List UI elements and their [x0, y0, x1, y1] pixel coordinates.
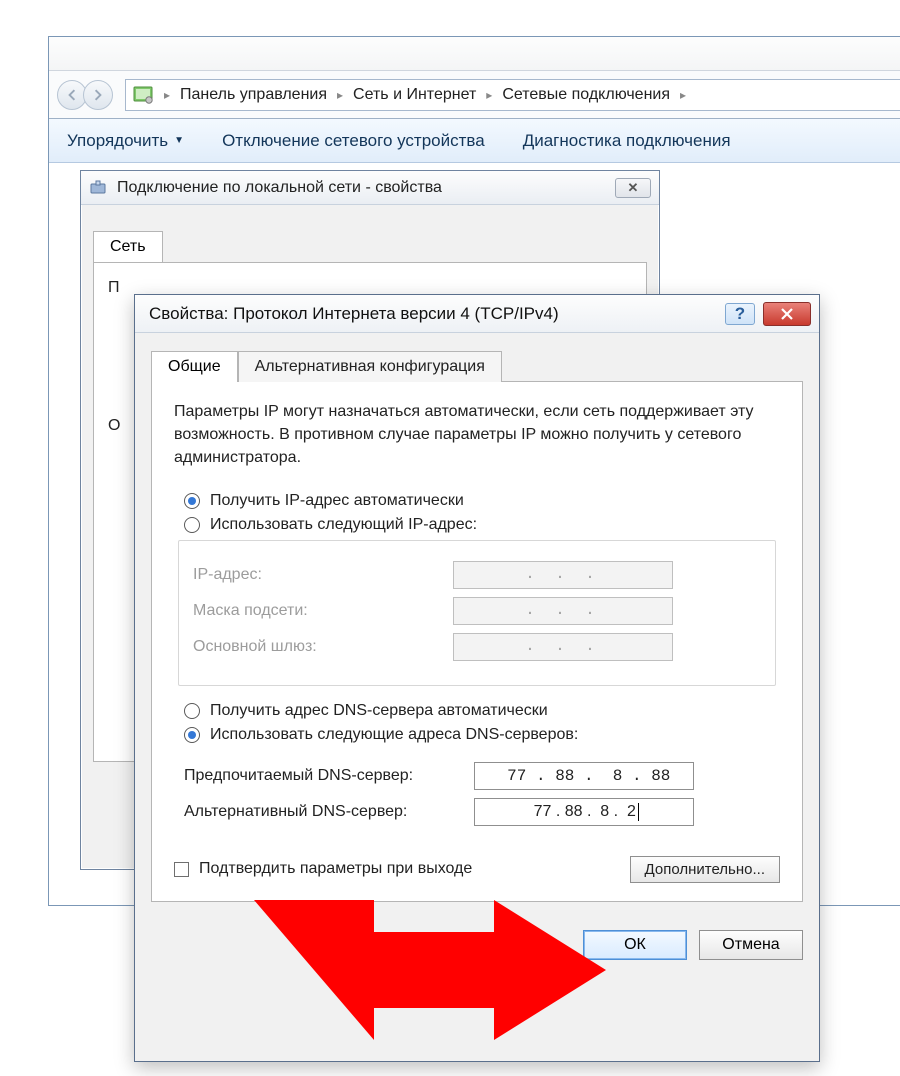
toolbar-organize[interactable]: Упорядочить ▼ — [67, 131, 184, 151]
alternate-dns-label: Альтернативный DNS-сервер: — [184, 803, 474, 821]
ipv4-description: Параметры IP могут назначаться автоматич… — [174, 400, 780, 470]
ip-fields-group: IP-адрес: . . . Маска подсети: . . . Осн… — [178, 540, 776, 686]
advanced-button[interactable]: Дополнительно... — [630, 856, 780, 883]
tab-general[interactable]: Общие — [151, 351, 238, 382]
breadcrumb-item[interactable]: Сеть и Интернет — [353, 86, 476, 104]
ipv4-titlebar[interactable]: Свойства: Протокол Интернета версии 4 (T… — [135, 295, 819, 333]
ok-button[interactable]: ОК — [583, 930, 687, 960]
alternate-dns-input[interactable]: 77 . 88 . 8 . 2 — [474, 798, 694, 826]
radio-dns-auto[interactable]: Получить адрес DNS-сервера автоматически — [184, 702, 780, 720]
arrow-left-icon — [66, 89, 78, 101]
dialog-button-row: ОК Отмена — [135, 916, 819, 974]
ipv4-properties-dialog: Свойства: Протокол Интернета версии 4 (T… — [134, 294, 820, 1062]
default-gateway-label: Основной шлюз: — [193, 638, 453, 656]
radio-dns-manual-label: Использовать следующие адреса DNS-сервер… — [210, 726, 578, 744]
preferred-dns-input[interactable]: 77 . 88 . 8 . 88 — [474, 762, 694, 790]
chevron-down-icon: ▼ — [174, 135, 184, 146]
arrow-right-icon — [92, 89, 104, 101]
connection-properties-titlebar[interactable]: Подключение по локальной сети - свойства… — [81, 171, 659, 205]
nav-forward-button[interactable] — [83, 80, 113, 110]
validate-on-exit-checkbox[interactable] — [174, 862, 189, 877]
radio-dns-manual[interactable]: Использовать следующие адреса DNS-сервер… — [184, 726, 780, 744]
toolbar-disable-device[interactable]: Отключение сетевого устройства — [222, 131, 485, 151]
help-button[interactable]: ? — [725, 303, 755, 325]
text-caret-icon — [638, 803, 639, 821]
control-panel-icon — [132, 84, 154, 106]
network-adapter-icon — [89, 179, 107, 197]
radio-dns-auto-label: Получить адрес DNS-сервера автоматически — [210, 702, 548, 720]
radio-ip-auto-label: Получить IP-адрес автоматически — [210, 492, 464, 510]
cancel-button[interactable]: Отмена — [699, 930, 803, 960]
breadcrumb-item[interactable]: Сетевые подключения — [502, 86, 670, 104]
toolbar-diagnose[interactable]: Диагностика подключения — [523, 131, 731, 151]
ip-address-input: . . . — [453, 561, 673, 589]
alternate-dns-value: 77 . 88 . 8 . 2 — [529, 803, 636, 821]
validate-on-exit-label: Подтвердить параметры при выходе — [199, 860, 472, 878]
close-icon — [780, 307, 794, 321]
radio-ip-manual[interactable]: Использовать следующий IP-адрес: — [184, 516, 780, 534]
radio-icon — [184, 493, 200, 509]
explorer-address-row: ▸ Панель управления ▸ Сеть и Интернет ▸ … — [49, 71, 900, 119]
ipv4-general-panel: Параметры IP могут назначаться автоматич… — [151, 381, 803, 902]
close-button[interactable] — [763, 302, 811, 326]
dns-fields-group: Предпочитаемый DNS-сервер: 77 . 88 . 8 .… — [178, 750, 776, 838]
subnet-mask-input: . . . — [453, 597, 673, 625]
explorer-toolbar: Упорядочить ▼ Отключение сетевого устрой… — [49, 119, 900, 163]
preferred-dns-label: Предпочитаемый DNS-сервер: — [184, 767, 474, 785]
default-gateway-input: . . . — [453, 633, 673, 661]
toolbar-organize-label: Упорядочить — [67, 131, 168, 151]
breadcrumb[interactable]: ▸ Панель управления ▸ Сеть и Интернет ▸ … — [125, 79, 900, 111]
breadcrumb-item[interactable]: Панель управления — [180, 86, 327, 104]
ip-address-label: IP-адрес: — [193, 566, 453, 584]
ipv4-title: Свойства: Протокол Интернета версии 4 (T… — [143, 304, 725, 324]
connection-properties-close-button[interactable]: ✕ — [615, 178, 651, 198]
radio-icon — [184, 727, 200, 743]
radio-icon — [184, 517, 200, 533]
subnet-mask-label: Маска подсети: — [193, 602, 453, 620]
tab-network[interactable]: Сеть — [93, 231, 163, 263]
radio-ip-auto[interactable]: Получить IP-адрес автоматически — [184, 492, 780, 510]
radio-icon — [184, 703, 200, 719]
explorer-titlebar — [49, 37, 900, 71]
tab-alternate-config[interactable]: Альтернативная конфигурация — [238, 351, 502, 382]
connection-properties-title: Подключение по локальной сети - свойства — [117, 179, 615, 197]
radio-ip-manual-label: Использовать следующий IP-адрес: — [210, 516, 477, 534]
